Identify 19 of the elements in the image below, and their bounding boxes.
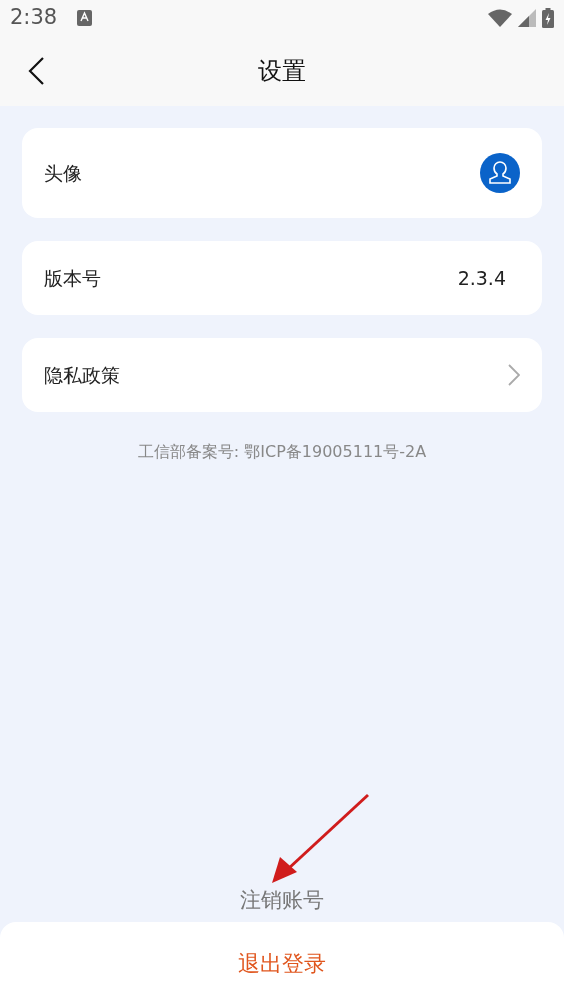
chevron-right-icon	[508, 364, 520, 386]
logout-button[interactable]: 退出登录	[0, 922, 564, 1004]
delete-account-link[interactable]: 注销账号	[240, 884, 324, 916]
keyboard-notification-icon	[77, 10, 93, 26]
version-value: 2.3.4	[457, 265, 507, 291]
status-time: 2:38	[10, 4, 58, 32]
row-label: 隐私政策	[44, 362, 120, 388]
avatar-icon	[480, 153, 520, 193]
back-icon	[28, 57, 44, 85]
page-title: 设置	[258, 56, 306, 87]
settings-row[interactable]: 隐私政策	[22, 338, 542, 412]
wifi-icon	[488, 9, 512, 27]
settings-row[interactable]: 头像	[22, 128, 542, 218]
battery-charging-icon	[542, 8, 554, 28]
row-label: 版本号	[44, 265, 101, 291]
settings-row[interactable]: 版本号 2.3.4	[22, 241, 542, 315]
row-label: 头像	[44, 160, 82, 186]
signal-icon	[518, 9, 536, 27]
icp-record-text: 工信部备案号: 鄂ICP备19005111号-2A	[137, 441, 427, 463]
